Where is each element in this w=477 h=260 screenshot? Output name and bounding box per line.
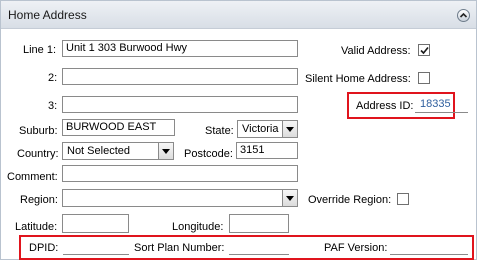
sort-plan-number-label: Sort Plan Number:: [134, 242, 225, 254]
sort-plan-number-value-line: [229, 254, 289, 255]
latitude-input[interactable]: [62, 214, 129, 233]
panel-header[interactable]: Home Address: [1, 1, 476, 29]
silent-home-address-checkbox[interactable]: [418, 72, 430, 84]
valid-address-label: Valid Address:: [341, 45, 411, 57]
latitude-label: Latitude:: [15, 221, 58, 233]
comment-label: Comment:: [7, 171, 58, 183]
country-select-value: Not Selected: [67, 145, 130, 157]
address-id-underline: [415, 112, 468, 113]
state-select[interactable]: Victoria: [237, 120, 298, 138]
state-select-value: Victoria: [242, 123, 279, 135]
collapse-icon[interactable]: [457, 9, 470, 22]
postal-info-highlight: [19, 235, 474, 260]
suburb-input[interactable]: BURWOOD EAST: [62, 119, 175, 136]
home-address-panel: Home Address Line 1: Unit 1 303 Burwood …: [0, 0, 477, 260]
postcode-input[interactable]: 3151: [236, 142, 298, 159]
line3-label: 3:: [48, 100, 58, 112]
region-label: Region:: [20, 194, 58, 206]
silent-home-address-label: Silent Home Address:: [305, 73, 411, 85]
override-region-checkbox[interactable]: [397, 193, 409, 205]
state-label: State:: [205, 125, 234, 137]
address-id-label: Address ID:: [356, 100, 414, 112]
address-id-value: 18335: [420, 98, 451, 110]
state-dropdown-icon[interactable]: [282, 121, 297, 137]
check-icon: [420, 46, 429, 55]
region-dropdown-icon[interactable]: [282, 190, 297, 206]
region-select[interactable]: [62, 189, 298, 207]
panel-title: Home Address: [8, 8, 87, 22]
longitude-input[interactable]: [229, 214, 289, 233]
dpid-value-line: [63, 254, 129, 255]
postcode-label: Postcode:: [184, 148, 233, 160]
paf-version-label: PAF Version:: [324, 242, 388, 254]
comment-input[interactable]: [62, 165, 298, 182]
valid-address-checkbox[interactable]: [418, 44, 430, 56]
country-select[interactable]: Not Selected: [62, 142, 174, 160]
line2-input[interactable]: [62, 68, 298, 85]
line1-label: Line 1:: [23, 44, 57, 56]
paf-version-value-line: [390, 254, 468, 255]
override-region-label: Override Region:: [308, 194, 392, 206]
suburb-label: Suburb:: [19, 125, 58, 137]
line3-input[interactable]: [62, 96, 298, 113]
longitude-label: Longitude:: [172, 221, 224, 233]
line2-label: 2:: [48, 72, 58, 84]
country-dropdown-icon[interactable]: [158, 143, 173, 159]
line1-input[interactable]: Unit 1 303 Burwood Hwy: [62, 40, 298, 57]
country-label: Country:: [17, 148, 59, 160]
dpid-label: DPID:: [29, 242, 59, 254]
